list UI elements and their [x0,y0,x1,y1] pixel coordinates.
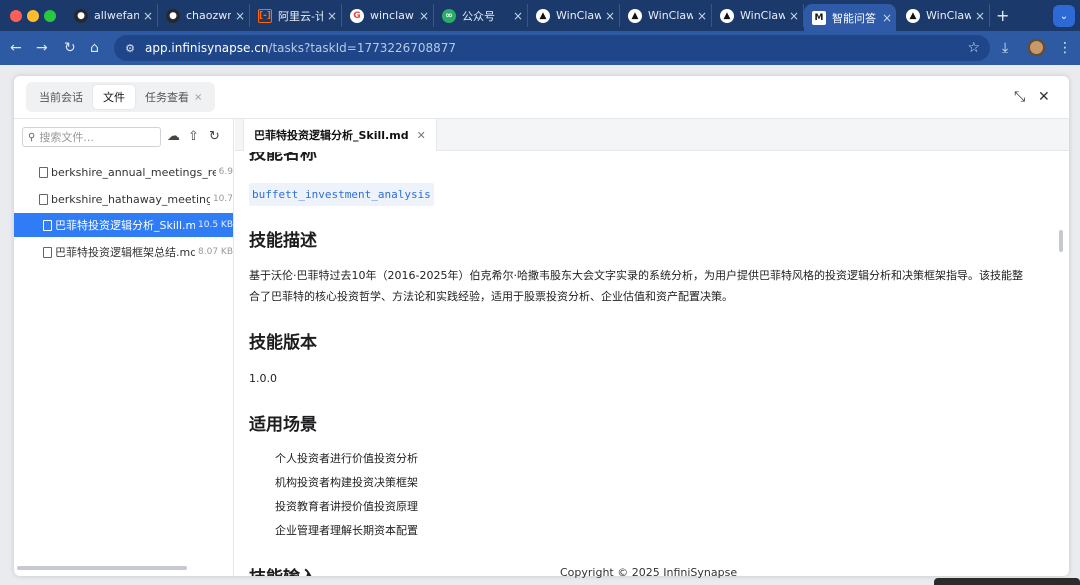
file-icon [39,166,48,178]
scenario-list: 个人投资者进行价值投资分析 机构投资者构建投资决策框架 投资教育者讲授价值投资原… [275,447,1049,543]
paragraph: 合了巴菲特的核心投资哲学、方法论和实践经验，适用于股票投资分析、企业估值和资产配… [249,290,733,303]
vertical-scrollbar[interactable] [1059,230,1063,252]
file-item-selected[interactable]: 巴菲特投资逻辑分析_Skill.md 10.5 KB [14,213,233,237]
file-item[interactable]: berkshire_annual_meetings_rese... 6.9 [14,160,233,184]
upload-icon[interactable]: ⇧ [188,129,199,144]
markdown-preview: 技能名称 buffett_investment_analysis 技能描述 基于… [235,152,1069,576]
winclaw-icon: ▲ [628,8,642,23]
new-tab-button[interactable]: + [996,6,1009,25]
list-item: 机构投资者构建投资决策框架 [275,476,418,489]
dock-strip [934,578,1080,585]
browser-tab[interactable]: [-] 阿里云-计 × [250,4,342,27]
back-icon[interactable]: ← [10,40,22,56]
copyright-text: Copyright © 2025 InfiniSynapse [560,566,738,579]
tab-task-view[interactable]: 任务查看 × [135,85,212,109]
section-heading: 技能版本 [249,333,317,353]
file-search-box[interactable]: ⚲ [22,127,161,147]
section-heading: 适用场景 [249,415,317,435]
github-icon: ● [74,8,88,23]
bookmark-star-icon[interactable]: ☆ [967,40,980,56]
close-tab-icon[interactable]: × [693,9,711,23]
kebab-menu-icon[interactable]: ⋮ [1058,40,1072,56]
aliyun-icon: [-] [258,8,272,23]
close-tab-icon[interactable]: × [785,9,803,23]
home-icon[interactable]: ⌂ [90,40,99,56]
search-icon: ⚲ [28,131,36,143]
file-viewer-panel: 当前会话 文件 任务查看× ⤡ ✕ ⚲ ☁ ⇧ ↻ berkshire_annu… [14,76,1069,576]
address-bar[interactable]: ⚙ app.infinisynapse.cn/tasks?taskId=1773… [114,35,990,61]
download-icon[interactable]: ⤓ [1002,40,1008,56]
window-maximize-button[interactable] [44,10,56,22]
winclaw-icon: ▲ [906,8,920,23]
document-tabbar: 巴菲特投资逻辑分析_Skill.md ✕ [235,119,1069,151]
window-close-button[interactable] [10,10,22,22]
browser-tab[interactable]: ▲ WinClaw × [528,4,620,27]
document-tab[interactable]: 巴菲特投资逻辑分析_Skill.md ✕ [243,119,437,151]
refresh-icon[interactable]: ↻ [209,129,220,144]
close-tab-icon[interactable]: × [415,9,433,23]
winclaw-icon: ▲ [720,8,734,23]
browser-tab[interactable]: ▲ WinClaw × [620,4,712,27]
file-item[interactable]: 巴菲特投资逻辑框架总结.md 8.07 KB [14,240,233,264]
tab-search-button[interactable]: ⌄ [1053,5,1075,27]
close-tab-icon[interactable]: × [139,9,157,23]
section-heading: 技能描述 [249,231,317,251]
close-tab-icon[interactable]: × [323,9,341,23]
close-tab-icon[interactable]: × [509,9,527,23]
close-tab-icon[interactable]: × [878,11,896,25]
file-icon [39,193,48,205]
site-settings-icon[interactable]: ⚙ [123,41,137,55]
winclaw-icon: ▲ [536,8,550,23]
browser-tab-strip: ● allwefan × ● chaozwn × [-] 阿里云-计 × G w… [0,0,1080,31]
file-search-input[interactable] [39,130,150,144]
file-icon [43,219,52,231]
close-icon[interactable]: ✕ [417,129,426,142]
google-icon: G [350,8,364,23]
paragraph: 1.0.0 [249,372,277,385]
panel-tabs: 当前会话 文件 任务查看 × [26,82,216,112]
file-icon [43,246,52,258]
window-minimize-button[interactable] [27,10,39,22]
cloud-upload-icon[interactable]: ☁ [167,129,180,144]
browser-tab[interactable]: ▲ WinClaw × [898,4,990,27]
horizontal-scrollbar[interactable] [17,566,187,570]
browser-tab[interactable]: ▲ WinClaw × [712,4,804,27]
browser-tab[interactable]: ● chaozwn × [158,4,250,27]
tab-current-session[interactable]: 当前会话 [29,85,93,109]
reload-icon[interactable]: ↻ [64,40,76,56]
section-heading: 技能名称 [249,152,317,164]
url-text[interactable]: app.infinisynapse.cn/tasks?taskId=177322… [145,41,456,55]
file-sidebar: ⚲ ☁ ⇧ ↻ berkshire_annual_meetings_rese..… [14,119,234,576]
close-icon[interactable]: × [194,92,202,103]
close-tab-icon[interactable]: × [601,9,619,23]
list-item: 个人投资者进行价值投资分析 [275,452,418,465]
browser-tab[interactable]: G winclaw × [342,4,434,27]
close-panel-icon[interactable]: ✕ [1038,89,1050,105]
paragraph: 基于沃伦·巴菲特过去10年（2016-2025年）伯克希尔·哈撒韦股东大会文字实… [249,269,1023,282]
browser-tab[interactable]: ∞ 公众号 × [434,4,528,27]
infinisynapse-icon: M [812,10,826,25]
browser-tab-active[interactable]: M 智能问答 × [804,4,896,31]
collapse-icon[interactable]: ⤡ [1014,89,1025,105]
file-item[interactable]: berkshire_hathaway_meetings_c... 10.7 [14,187,233,211]
list-item: 企业管理者理解长期资本配置 [275,524,418,537]
list-item: 投资教育者讲授价值投资原理 [275,500,418,513]
forward-icon[interactable]: → [36,40,48,56]
profile-avatar[interactable] [1028,39,1045,56]
inline-code: buffett_investment_analysis [249,183,434,206]
close-tab-icon[interactable]: × [231,9,249,23]
browser-toolbar: ← → ↻ ⌂ ⚙ app.infinisynapse.cn/tasks?tas… [0,31,1080,65]
tab-files[interactable]: 文件 [93,85,135,109]
wechat-icon: ∞ [442,8,456,23]
browser-tab[interactable]: ● allwefan × [66,4,158,27]
github-icon: ● [166,8,180,23]
close-tab-icon[interactable]: × [971,9,989,23]
